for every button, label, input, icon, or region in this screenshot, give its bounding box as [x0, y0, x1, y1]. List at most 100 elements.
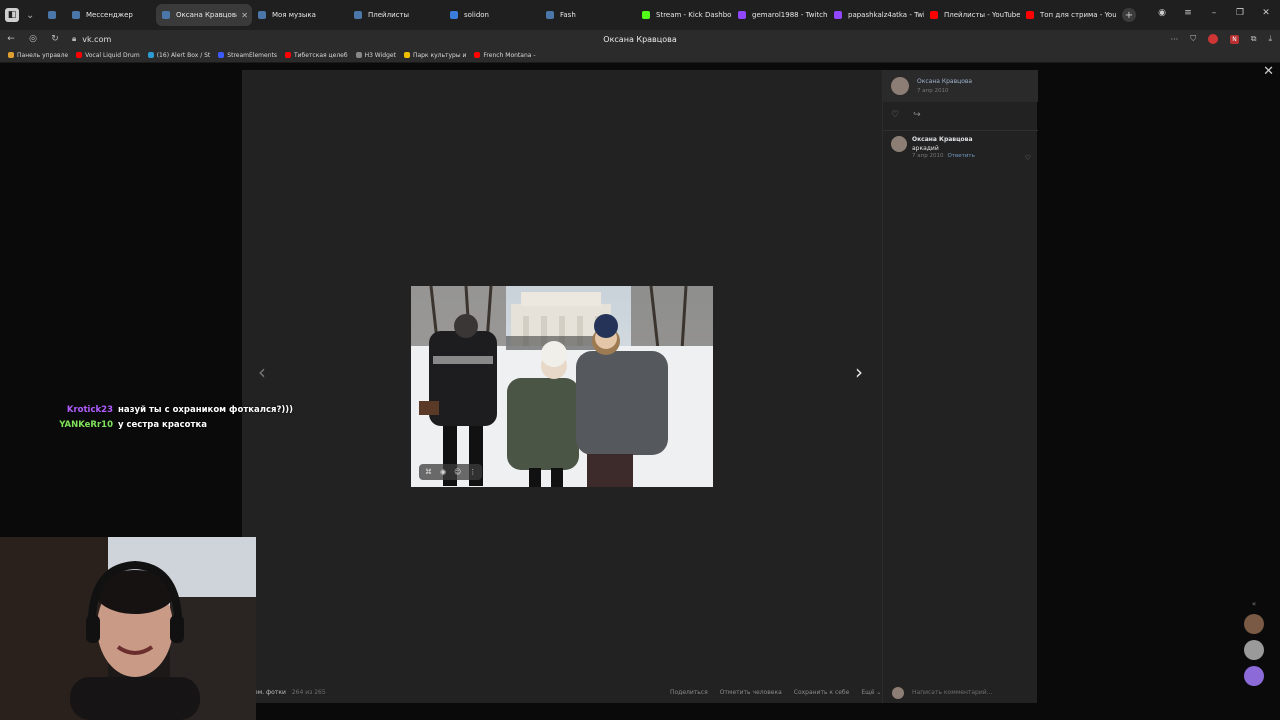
bookmark-label: Парк культуры и: [412, 51, 467, 59]
collections-icon[interactable]: ⧉: [1251, 34, 1257, 44]
reply-link[interactable]: Ответить: [947, 153, 974, 159]
comment-date: 7 апр 2010: [912, 153, 944, 160]
bookmark-icon[interactable]: ⛉: [1190, 34, 1196, 44]
extension-badge-icon[interactable]: N: [1230, 34, 1239, 44]
bookmark-item[interactable]: H3 Widget: [355, 52, 396, 59]
viewer-bottom-bar: ем. фотки 264 из 265 Поделиться Отметить ч…: [242, 682, 1037, 703]
new-tab-button[interactable]: +: [1122, 8, 1136, 22]
browser-tab[interactable]: Топ для стрима - YouTube: [1020, 4, 1116, 26]
browser-tab[interactable]: Плейлисты: [348, 4, 444, 26]
extension-icon[interactable]: [1208, 34, 1219, 44]
browser-tab[interactable]: Плейлисты - YouTube: [924, 4, 1020, 26]
close-tab-icon[interactable]: ✕: [241, 11, 248, 20]
more-dots-icon[interactable]: ···: [1171, 35, 1179, 44]
tab-title: Fash: [560, 11, 576, 19]
chat-avatar[interactable]: [1244, 614, 1264, 634]
chat-avatar[interactable]: [1244, 640, 1264, 660]
back-icon[interactable]: ←: [0, 34, 22, 44]
chevron-down-icon[interactable]: ⌄: [26, 10, 38, 21]
bookmark-item[interactable]: StreamElements: [218, 52, 277, 59]
browser-tab[interactable]: solidon: [444, 4, 540, 26]
chat-avatar[interactable]: [1244, 666, 1264, 686]
tab-title: solidon: [464, 11, 489, 19]
tab-title: Оксана Кравцова: [176, 11, 238, 19]
photo-counter: 264 из 265: [291, 689, 326, 696]
bookmark-favicon-icon: [8, 52, 14, 58]
comment-like-icon[interactable]: ♡: [1025, 154, 1031, 162]
filter-icon[interactable]: ⌘: [425, 468, 432, 476]
bottom-action-button[interactable]: Поделиться: [670, 689, 708, 696]
browser-tab[interactable]: Fash: [540, 4, 636, 26]
tab-favicon-icon: [48, 11, 56, 19]
next-photo-icon[interactable]: ›: [855, 360, 863, 384]
bookmark-label: Тибетская целеб: [293, 51, 348, 59]
write-comment: Написать комментарий...: [892, 686, 992, 699]
close-window-icon[interactable]: ✕: [1260, 8, 1272, 18]
browser-tab[interactable]: Мессенджер: [66, 4, 156, 26]
photo-viewer: ‹ › ⌘ ◉ ☺ ⋮ Оксана Кравцова 7 апр 2010 ♡…: [242, 70, 1038, 703]
photo-side-panel: Оксана Кравцова 7 апр 2010 ♡ ↪ Оксана Кр…: [882, 70, 1038, 703]
comment-author[interactable]: Оксана Кравцова: [912, 136, 975, 145]
tab-title: Моя музыка: [272, 11, 316, 19]
shield-icon[interactable]: ◎: [22, 34, 44, 44]
browser-menu-icon[interactable]: ◧: [5, 8, 19, 22]
browser-tab[interactable]: Моя музыка: [252, 4, 348, 26]
collapse-chevron-icon[interactable]: «: [1242, 600, 1266, 608]
avatar[interactable]: [891, 77, 909, 95]
photo-image[interactable]: ⌘ ◉ ☺ ⋮: [411, 286, 713, 487]
bookmark-favicon-icon: [355, 52, 362, 58]
bookmark-label: Панель управле: [17, 51, 69, 59]
browser-tab[interactable]: papashkalz4atka - Twitch: [828, 4, 924, 26]
photo-date: 7 апр 2010: [917, 88, 949, 94]
like-heart-icon[interactable]: ♡: [891, 110, 899, 120]
tab-title: Топ для стрима - YouTube: [1040, 11, 1116, 19]
comment-input[interactable]: Написать комментарий...: [912, 689, 992, 696]
author-name[interactable]: Оксана Кравцова: [917, 78, 972, 85]
divider: [883, 130, 1038, 131]
address-right-tools: ··· ⛉ N ⧉ ⤓: [1171, 34, 1272, 44]
browser-tab[interactable]: [42, 4, 66, 26]
bookmark-item[interactable]: (16) Alert Box / St: [147, 52, 210, 59]
tab-favicon-icon: [72, 11, 80, 19]
bottom-action-button[interactable]: Сохранить к себе: [794, 689, 850, 696]
chat-message: Krotick23 назуй ты с охраником фоткался?)…: [56, 403, 293, 418]
bookmark-item[interactable]: French Montana -: [474, 51, 536, 59]
photo-tools: ⌘ ◉ ☺ ⋮: [419, 464, 483, 480]
chat-username: YANKeRr10: [59, 420, 113, 430]
share-icon[interactable]: ↪: [913, 110, 921, 120]
album-name[interactable]: ем. фотки: [254, 689, 286, 696]
more-vertical-icon[interactable]: ⋮: [469, 468, 476, 476]
bookmarks-bar: Панель управле Vocal Liquid Drum (16) Aler…: [0, 48, 1280, 63]
photo-winter-park: [411, 286, 713, 487]
browser-tab[interactable]: Оксана Кравцова ✕: [156, 4, 252, 26]
previous-photo-icon[interactable]: ‹: [258, 360, 266, 384]
chat-text: назуй ты с охраником фоткался?))): [118, 405, 294, 415]
close-viewer-icon[interactable]: ✕: [1263, 64, 1274, 79]
my-avatar: [892, 686, 904, 699]
bottom-action-button[interactable]: Отметить человека: [720, 689, 782, 696]
comment-avatar[interactable]: [891, 136, 907, 152]
bookmark-favicon-icon: [474, 52, 481, 58]
reload-icon[interactable]: ↻: [44, 34, 66, 44]
restore-icon[interactable]: ❐: [1234, 8, 1246, 18]
minimize-icon[interactable]: –: [1208, 8, 1220, 18]
bookmark-item[interactable]: Парк культуры и: [403, 51, 467, 59]
eye-icon[interactable]: ◉: [440, 468, 446, 476]
url-field[interactable]: 🔒︎ vk.com: [72, 34, 111, 44]
browser-tab[interactable]: Stream - Kick Dashboard: [636, 4, 732, 26]
bookmark-label: French Montana -: [483, 51, 536, 59]
url-text[interactable]: vk.com: [82, 35, 111, 44]
bookmark-item[interactable]: Панель управле: [8, 52, 68, 59]
tab-title: Плейлисты: [368, 11, 410, 19]
browser-tab[interactable]: gemarol1988 - Twitch: [732, 4, 828, 26]
bottom-action-button[interactable]: Ещё ⌄: [861, 689, 881, 696]
bookmark-item[interactable]: Тибетская целеб: [284, 51, 348, 59]
webcam-overlay: [0, 537, 256, 720]
bookmark-item[interactable]: Vocal Liquid Drum: [76, 52, 140, 59]
download-icon[interactable]: ⤓: [1268, 34, 1272, 44]
menu-icon[interactable]: ≡: [1182, 8, 1194, 18]
profile-icon[interactable]: ◉: [1156, 8, 1168, 18]
photo-author: Оксана Кравцова 7 апр 2010: [883, 70, 1038, 102]
tab-favicon-icon: [162, 11, 170, 19]
tag-person-icon[interactable]: ☺: [454, 468, 461, 476]
